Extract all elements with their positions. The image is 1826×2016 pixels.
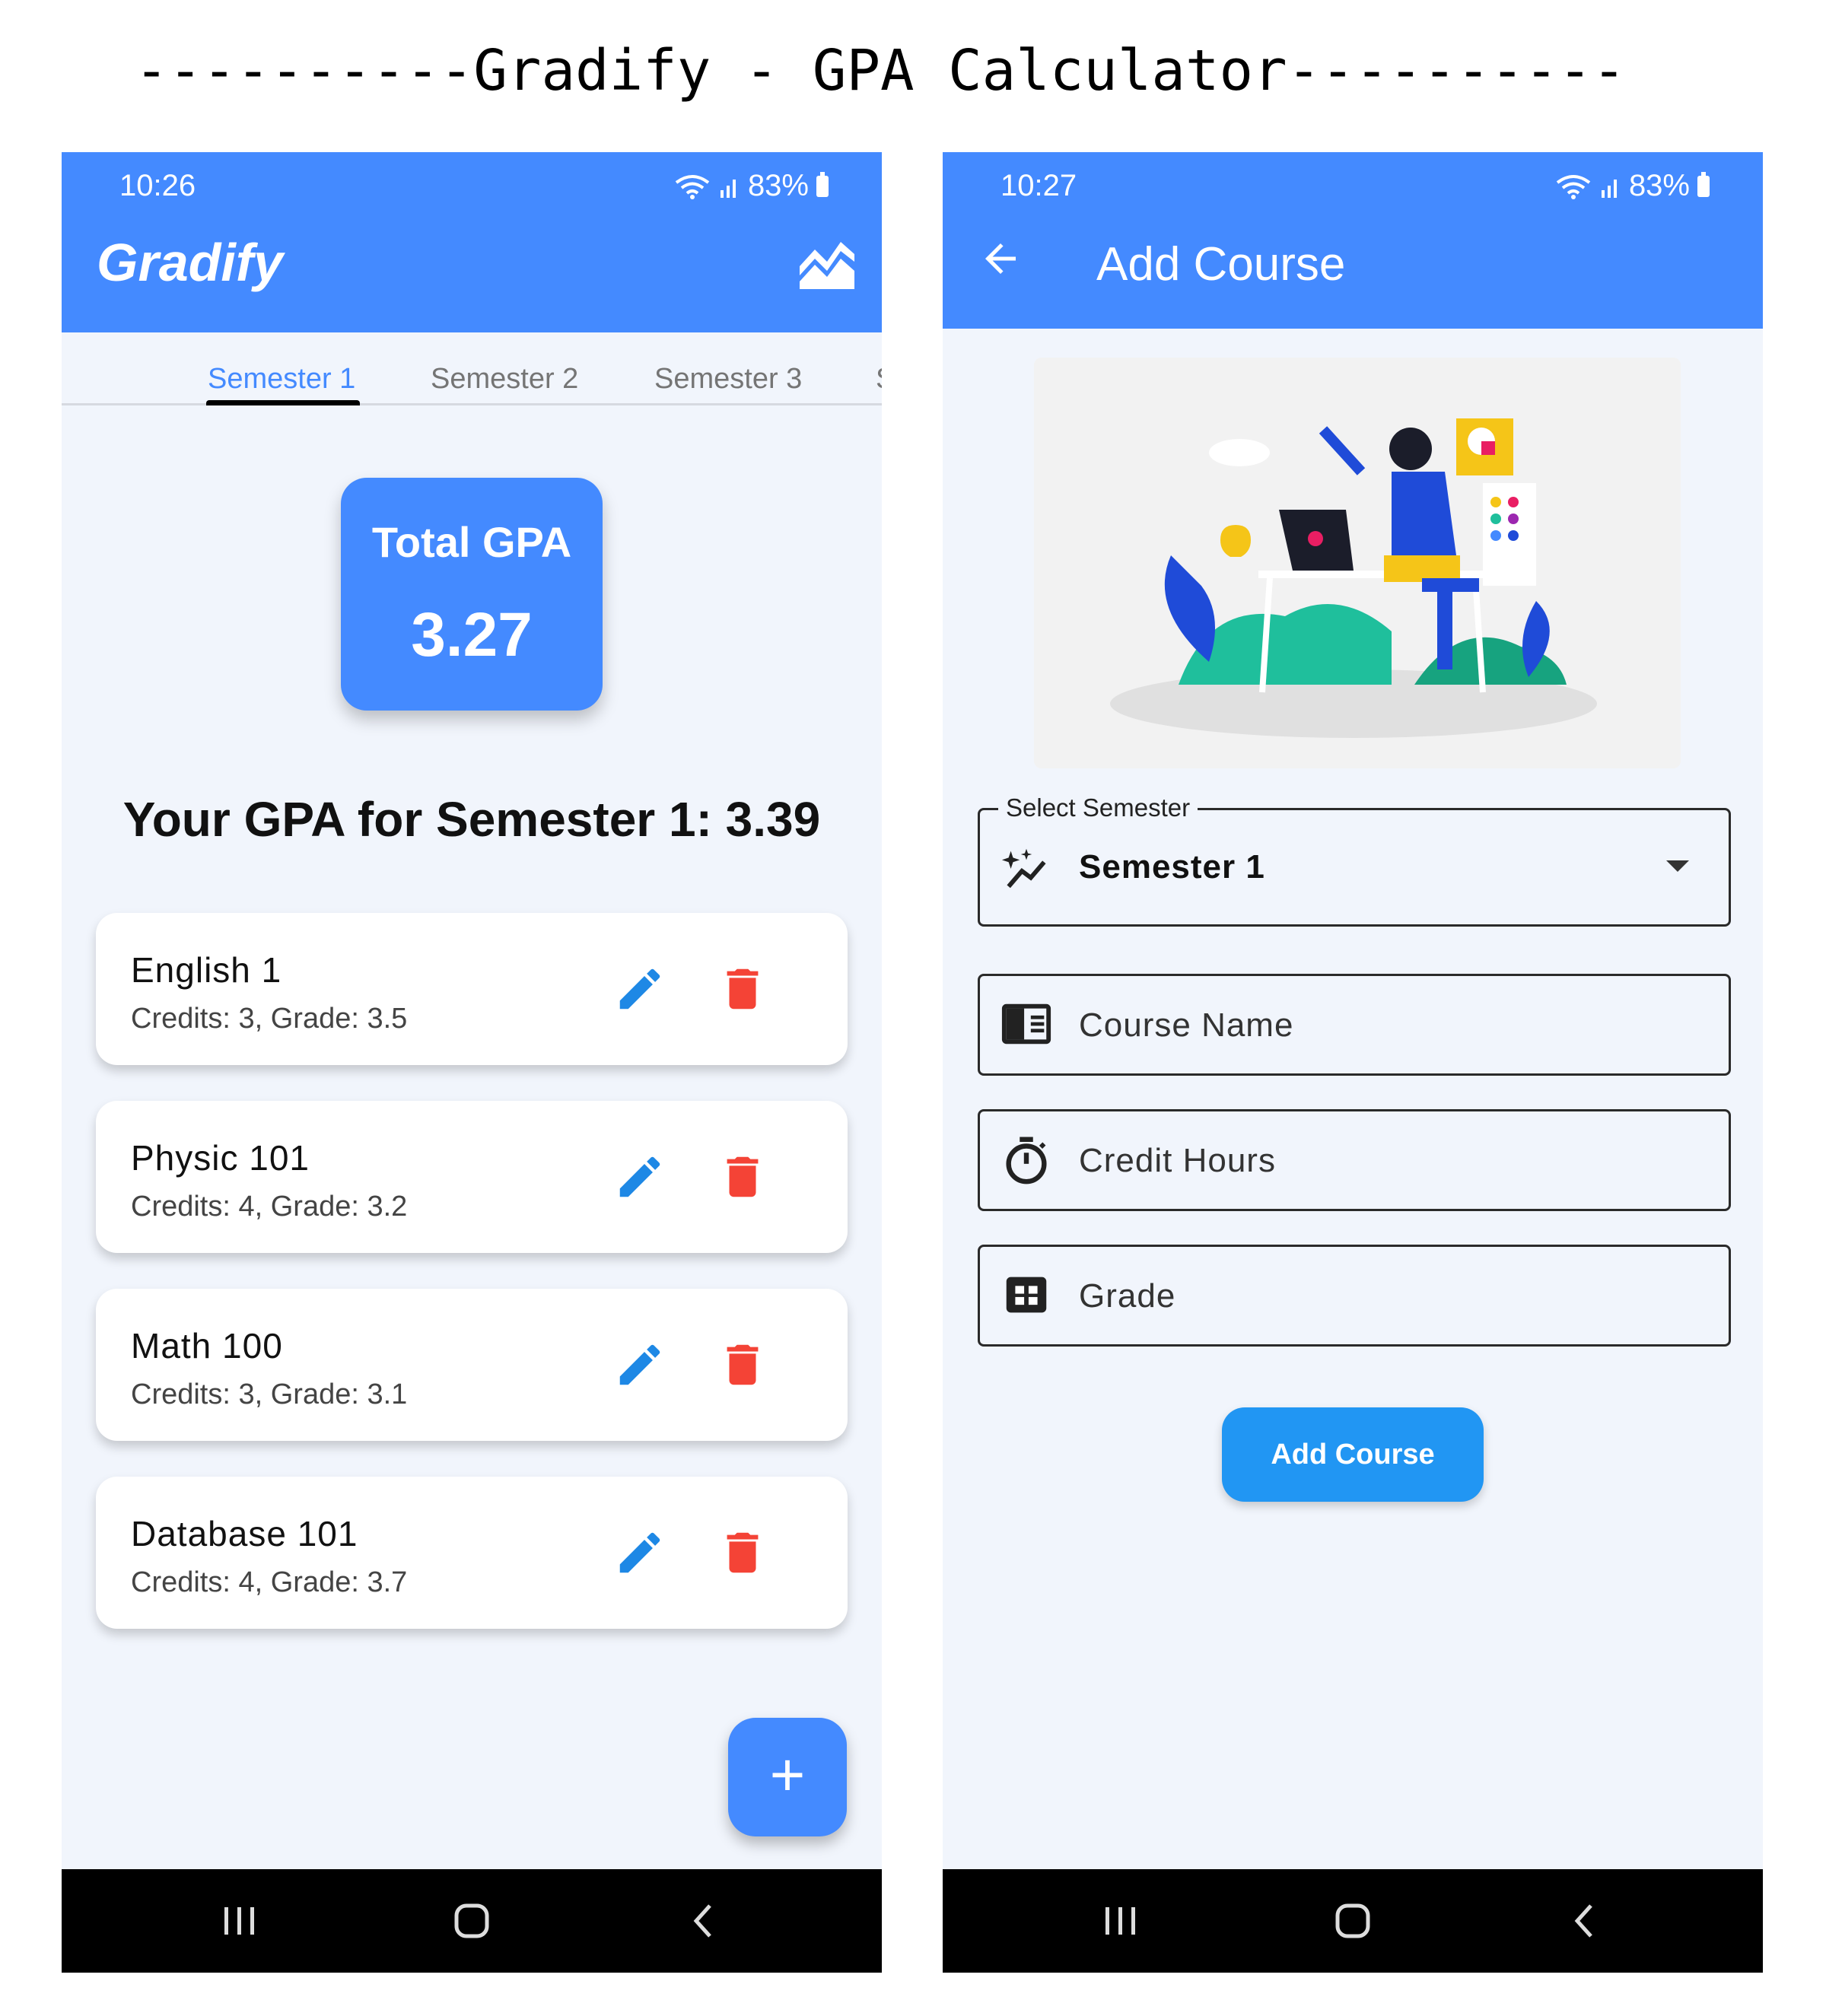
- back-arrow-icon[interactable]: [978, 236, 1023, 281]
- battery-percentage: 83%: [747, 169, 809, 202]
- tab-semester-1[interactable]: Semester 1: [208, 363, 355, 396]
- battery-icon: [816, 171, 829, 197]
- course-name: Math 100: [131, 1326, 283, 1366]
- app-title: Gradify: [97, 233, 284, 292]
- timer-icon: [1006, 1137, 1047, 1184]
- add-course-fab[interactable]: +: [728, 1718, 847, 1836]
- system-nav-bar: [943, 1869, 1763, 1973]
- status-time: 10:27: [1000, 169, 1077, 202]
- status-time: 10:26: [119, 169, 196, 202]
- chevron-down-icon: [1666, 860, 1689, 872]
- delete-icon[interactable]: [716, 962, 769, 1016]
- back-icon[interactable]: [1562, 1898, 1608, 1944]
- home-screen: 10:26 83% Gradify Semester 1 Semester 2 …: [62, 152, 882, 1973]
- book-icon: [1001, 1003, 1051, 1045]
- add-course-button[interactable]: Add Course: [1222, 1407, 1484, 1502]
- credit-hours-placeholder: Credit Hours: [1079, 1142, 1276, 1179]
- grade-field[interactable]: Grade: [978, 1245, 1731, 1347]
- grade-placeholder: Grade: [1079, 1277, 1176, 1315]
- chart-icon[interactable]: [797, 236, 857, 291]
- add-course-screen: 10:27 83% Add Course Select Semester Sem…: [943, 152, 1763, 1973]
- signal-icon: [720, 179, 736, 198]
- semester-select-value: Semester 1: [1079, 848, 1265, 886]
- semester-tabs: Semester 1 Semester 2 Semester 3 S: [62, 332, 882, 405]
- delete-icon[interactable]: [716, 1338, 769, 1391]
- semester-gpa: Your GPA for Semester 1: 3.39: [122, 792, 821, 847]
- recent-apps-icon[interactable]: [1098, 1898, 1144, 1944]
- grid-icon: [1006, 1277, 1047, 1313]
- semester-select[interactable]: Select Semester Semester 1: [978, 793, 1731, 927]
- status-bar-icons: 83%: [673, 169, 829, 203]
- edit-icon[interactable]: [613, 962, 666, 1016]
- app-bar: 10:26 83% Gradify: [62, 152, 882, 332]
- course-name-placeholder: Course Name: [1079, 1006, 1294, 1044]
- total-gpa-value: 3.27: [411, 600, 533, 669]
- system-nav-bar: [62, 1869, 882, 1973]
- student-illustration: [1034, 358, 1681, 768]
- wifi-icon: [675, 174, 710, 199]
- course-card: Physic 101 Credits: 4, Grade: 3.2: [96, 1101, 848, 1253]
- course-info: Credits: 3, Grade: 3.5: [131, 1003, 408, 1035]
- course-name: Physic 101: [131, 1138, 310, 1178]
- tab-indicator: [206, 400, 360, 405]
- page-heading: ----------Gradify - GPA Calculator------…: [134, 38, 1627, 103]
- course-info: Credits: 4, Grade: 3.2: [131, 1191, 408, 1223]
- course-info: Credits: 4, Grade: 3.7: [131, 1566, 408, 1598]
- total-gpa-card: Total GPA 3.27: [341, 478, 603, 711]
- sparkle-chart-icon: [1001, 848, 1046, 889]
- course-card: Database 101 Credits: 4, Grade: 3.7: [96, 1477, 848, 1629]
- delete-icon[interactable]: [716, 1526, 769, 1579]
- home-icon[interactable]: [449, 1898, 495, 1944]
- edit-icon[interactable]: [613, 1338, 666, 1391]
- course-name: English 1: [131, 950, 282, 990]
- course-info: Credits: 3, Grade: 3.1: [131, 1378, 408, 1410]
- recent-apps-icon[interactable]: [217, 1898, 262, 1944]
- back-icon[interactable]: [681, 1898, 727, 1944]
- total-gpa-label: Total GPA: [371, 518, 572, 566]
- add-icon: +: [769, 1741, 806, 1808]
- app-bar: 10:27 83% Add Course: [943, 152, 1763, 329]
- tab-semester-2[interactable]: Semester 2: [431, 363, 578, 396]
- delete-icon[interactable]: [716, 1150, 769, 1204]
- course-card: English 1 Credits: 3, Grade: 3.5: [96, 913, 848, 1065]
- tab-semester-4[interactable]: S: [876, 363, 882, 396]
- status-bar-icons: 83%: [1554, 169, 1710, 203]
- edit-icon[interactable]: [613, 1150, 666, 1204]
- wifi-icon: [1556, 174, 1591, 199]
- course-name: Database 101: [131, 1514, 358, 1553]
- tab-semester-3[interactable]: Semester 3: [654, 363, 802, 396]
- home-icon[interactable]: [1330, 1898, 1376, 1944]
- battery-percentage: 83%: [1628, 169, 1690, 202]
- edit-icon[interactable]: [613, 1526, 666, 1579]
- semester-select-label: Select Semester: [998, 793, 1198, 822]
- battery-icon: [1697, 171, 1710, 197]
- course-name-field[interactable]: Course Name: [978, 974, 1731, 1076]
- credit-hours-field[interactable]: Credit Hours: [978, 1109, 1731, 1211]
- page-title: Add Course: [1096, 238, 1346, 291]
- course-card: Math 100 Credits: 3, Grade: 3.1: [96, 1289, 848, 1441]
- signal-icon: [1601, 179, 1617, 198]
